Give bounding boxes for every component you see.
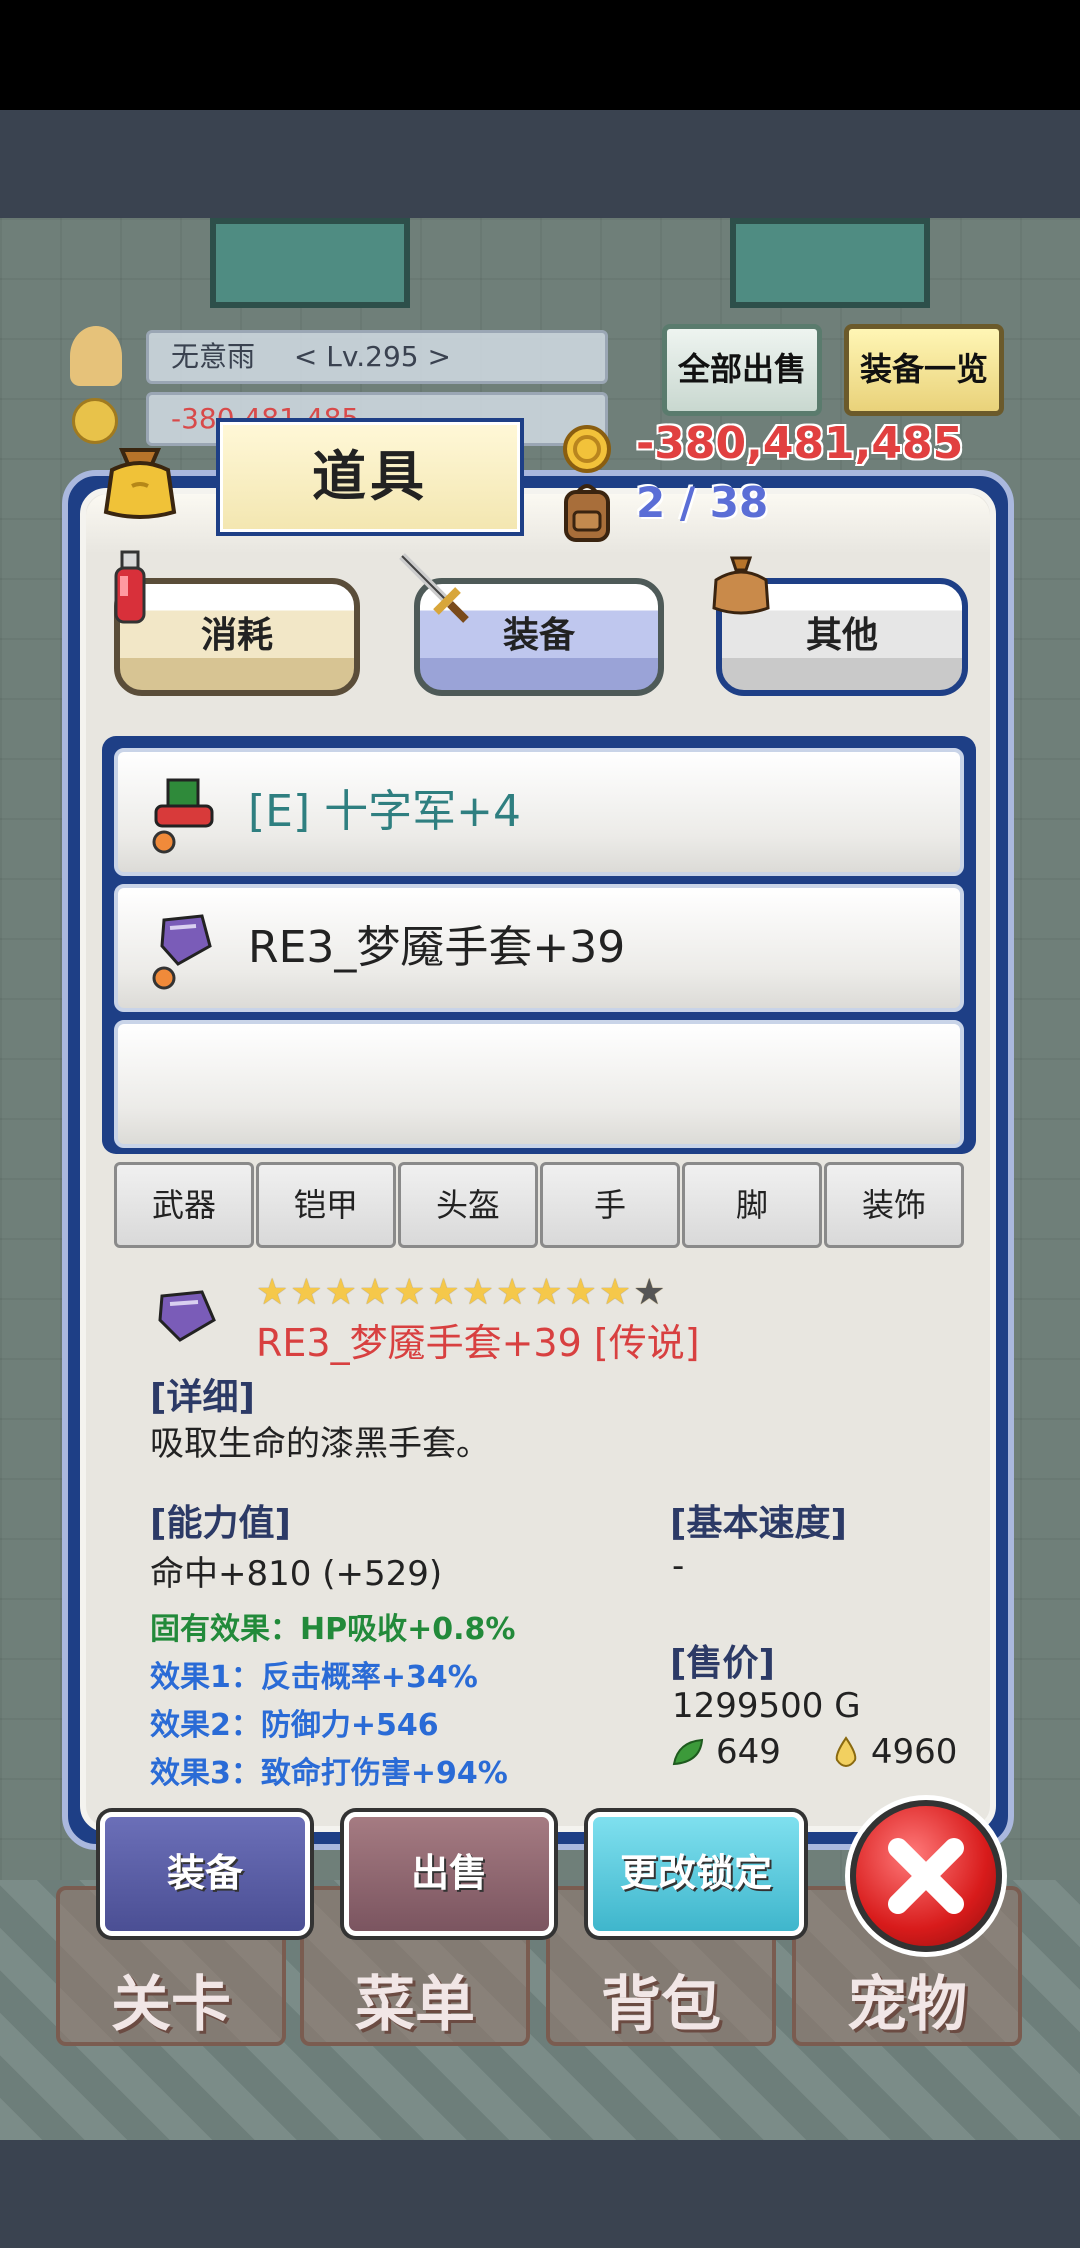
item-name: [E] 十字军+4 xyxy=(248,786,521,837)
background-window xyxy=(730,218,930,308)
star-rating: ★ ★ ★ ★ ★ ★ ★ ★ ★ ★ ★ ★ xyxy=(256,1272,665,1313)
filter-weapon[interactable]: 武器 xyxy=(114,1162,254,1248)
material-drop-count: 4960 xyxy=(870,1732,958,1772)
status-bar xyxy=(0,0,1080,110)
filter-helmet[interactable]: 头盔 xyxy=(398,1162,538,1248)
player-name: 无意雨 xyxy=(171,340,256,373)
inventory-count: 2 / 38 xyxy=(636,478,769,527)
potion-icon xyxy=(114,550,146,624)
speed-label: [基本速度] xyxy=(670,1503,847,1544)
star-filled-icon: ★ xyxy=(427,1272,460,1313)
star-filled-icon: ★ xyxy=(461,1272,494,1313)
background-window xyxy=(210,218,410,308)
player-level: < Lv.295 > xyxy=(293,340,451,373)
list-item[interactable]: [E] 十字军+4 xyxy=(114,748,964,876)
equip-button[interactable]: 装备 xyxy=(100,1812,310,1936)
pouch-icon xyxy=(712,556,770,615)
star-empty-icon: ★ xyxy=(633,1272,666,1313)
material-leaf-count: 649 xyxy=(716,1732,781,1772)
star-filled-icon: ★ xyxy=(324,1272,357,1313)
close-button[interactable] xyxy=(850,1800,1002,1952)
gold-amount: -380,481,485 xyxy=(636,418,964,469)
material-row: 649 4960 xyxy=(670,1732,957,1772)
panel-title: 道具 xyxy=(216,418,524,536)
change-lock-button[interactable]: 更改锁定 xyxy=(588,1812,804,1936)
effect-3: 效果3：致命打伤害+94% xyxy=(150,1756,508,1791)
crusader-item-icon xyxy=(152,778,214,854)
price-label: [售价] xyxy=(670,1643,775,1684)
sell-button[interactable]: 出售 xyxy=(344,1812,554,1936)
detail-label: [详细] xyxy=(150,1377,255,1418)
effect-2: 效果2：防御力+546 xyxy=(150,1708,439,1743)
filter-armor[interactable]: 铠甲 xyxy=(256,1162,396,1248)
selected-item-name: RE3_梦魇手套+39 [传说] xyxy=(256,1321,700,1365)
selected-item-icon xyxy=(158,1290,216,1342)
star-filled-icon: ★ xyxy=(256,1272,289,1313)
top-spacer xyxy=(0,110,1080,218)
filter-accessory[interactable]: 装饰 xyxy=(824,1162,964,1248)
speed-value: - xyxy=(672,1546,685,1586)
star-filled-icon: ★ xyxy=(495,1272,529,1313)
leaf-icon xyxy=(672,1738,704,1766)
star-filled-icon: ★ xyxy=(290,1272,323,1313)
sword-icon xyxy=(399,553,469,623)
item-description: 吸取生命的漆黑手套。 xyxy=(150,1424,490,1464)
gauntlet-item-icon xyxy=(152,914,212,990)
star-filled-icon: ★ xyxy=(530,1272,563,1313)
backpack-icon xyxy=(564,484,610,542)
sell-all-button[interactable]: 全部出售 xyxy=(662,324,822,416)
price-value: 1299500 G xyxy=(672,1686,861,1726)
gold-coin-icon xyxy=(563,425,611,473)
effect-1: 效果1：反击概率+34% xyxy=(150,1660,478,1695)
list-item[interactable]: RE3_梦魇手套+39 xyxy=(114,884,964,1012)
empty-item-slot[interactable] xyxy=(114,1020,964,1148)
star-filled-icon: ★ xyxy=(564,1272,597,1313)
stats-label: [能力值] xyxy=(150,1503,291,1544)
player-name-bar: 无意雨 < Lv.295 > xyxy=(146,330,608,384)
bottom-spacer xyxy=(0,2140,1080,2248)
stat-main: 命中+810 (+529) xyxy=(150,1554,443,1594)
drop-icon xyxy=(835,1736,857,1768)
close-icon xyxy=(888,1838,964,1914)
bag-icon xyxy=(103,448,177,519)
star-filled-icon: ★ xyxy=(598,1272,632,1313)
inherent-effect: 固有效果：HP吸收+0.8% xyxy=(150,1612,516,1647)
star-filled-icon: ★ xyxy=(393,1272,426,1313)
star-filled-icon: ★ xyxy=(358,1272,392,1313)
equipment-list-button[interactable]: 装备一览 xyxy=(844,324,1004,416)
filter-foot[interactable]: 脚 xyxy=(682,1162,822,1248)
item-name: RE3_梦魇手套+39 xyxy=(248,922,626,973)
filter-hand[interactable]: 手 xyxy=(540,1162,680,1248)
player-avatar xyxy=(70,326,122,386)
tab-consumables[interactable]: 消耗 xyxy=(114,578,360,696)
